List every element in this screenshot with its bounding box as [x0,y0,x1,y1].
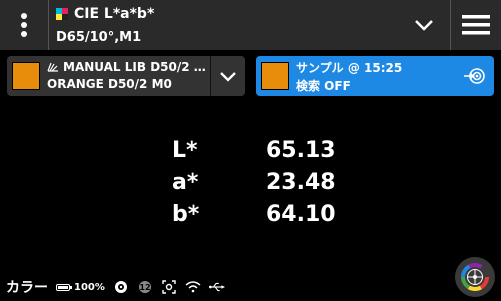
target-icon [113,279,129,295]
sample-name: サンプル @ 15:25 [296,61,403,75]
usb-icon [208,279,225,295]
value-row-a: a* 23.48 [0,170,501,200]
measurement-value: 65.13 [266,138,336,163]
cmy-icon [56,8,68,20]
standard-swatch [12,62,40,90]
svg-text:12: 12 [139,283,150,292]
value-row-l: L* 65.13 [0,138,501,168]
chevron-down-icon[interactable] [400,0,448,50]
search-status: 検索 OFF [296,79,351,93]
measurement-value: 23.48 [266,170,336,195]
status-bar: カラー 100% 12 [0,276,450,298]
top-bar: CIE L*a*b* D65/10°,M1 [0,0,501,50]
measurement-label: b* [172,202,200,227]
measure-target-icon[interactable] [455,56,494,96]
divider [48,0,49,50]
library-name: MANUAL LIB D50/2 … [63,60,206,74]
measurement-label: a* [172,170,199,195]
measurement-value: 64.10 [266,202,336,227]
page-title: CIE L*a*b* [74,6,155,22]
hamburger-icon[interactable] [451,0,501,50]
battery-icon [56,283,72,291]
chevron-down-icon[interactable] [211,56,245,96]
menu-dots-icon[interactable] [0,0,48,50]
battery-percent: 100% [74,281,105,293]
camera-focus-icon [161,279,177,295]
sample-panel[interactable]: サンプル @ 15:25 検索 OFF [256,56,494,96]
measurement-label: L* [172,138,198,163]
illuminant-observer-label: D65/10°,M1 [56,30,142,45]
battery-fill [58,285,68,289]
color-wheel-icon[interactable] [455,257,495,297]
mode-label: カラー [6,280,48,296]
value-row-b: b* 64.10 [0,202,501,232]
standard-name: ORANGE D50/2 M0 [47,77,172,91]
calibration-icon: 12 [137,279,153,295]
mode-title-block[interactable]: CIE L*a*b* D65/10°,M1 [56,4,396,48]
standard-panel[interactable]: MANUAL LIB D50/2 … ORANGE D50/2 M0 [7,56,245,96]
sample-swatch [261,62,289,90]
wifi-icon [185,279,201,295]
library-book-icon [47,62,59,72]
